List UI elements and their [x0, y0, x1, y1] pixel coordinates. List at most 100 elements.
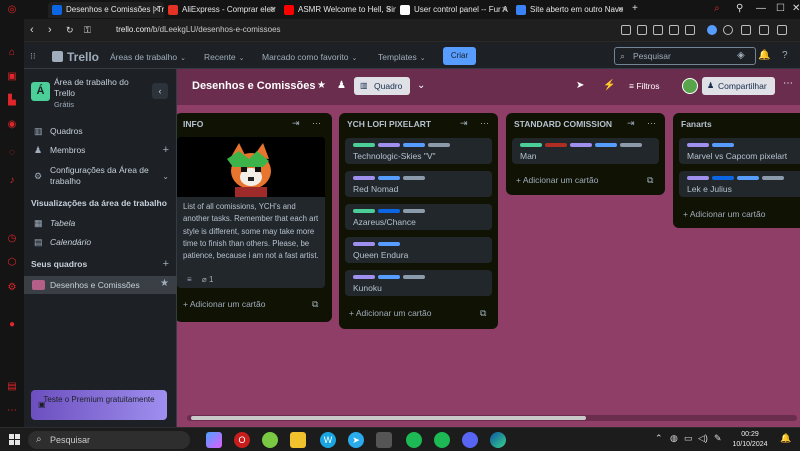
board-title[interactable]: Desenhos e Comissões [192, 80, 316, 92]
scrollbar-thumb[interactable] [191, 416, 586, 420]
workspace-name[interactable]: Área de trabalho do Trello [54, 77, 144, 99]
share-button[interactable]: ♟ Compartilhar [702, 77, 775, 95]
cast-icon[interactable] [653, 25, 663, 35]
list-menu-icon[interactable]: ⋯ [647, 118, 656, 129]
menu-templates[interactable]: Templates ⌄ [378, 52, 426, 62]
url-field[interactable]: trello.com/b/dLeekgLU/desenhos-e-comisso… [116, 25, 281, 34]
list-menu-icon[interactable]: ⋯ [480, 118, 489, 129]
close-window-icon[interactable]: ✕ [792, 3, 800, 14]
volume-icon[interactable]: ◁) [698, 433, 708, 444]
tab-aliexpress[interactable]: AliExpress - Comprar eletr ✕ [164, 2, 280, 18]
add-card-button[interactable]: + Adicionar um cartão [183, 299, 265, 309]
list-title[interactable]: Fanarts [681, 119, 712, 129]
automation-icon[interactable]: ⚡ [603, 80, 615, 91]
chevron-up-icon[interactable]: ⌃ [655, 433, 663, 444]
workspace-avatar[interactable]: Á [31, 82, 50, 101]
card-template-icon[interactable]: ⧉ [312, 299, 318, 310]
list-item[interactable]: Red Nomad [345, 171, 492, 197]
create-button[interactable]: Criar [443, 47, 476, 65]
list-item[interactable]: Queen Endura [345, 237, 492, 263]
close-tab-icon[interactable]: ✕ [153, 2, 160, 18]
list-item[interactable]: Marvel vs Capcom pixelart [679, 138, 800, 164]
visibility-icon[interactable]: ♟ [337, 80, 346, 91]
list-menu-icon[interactable]: ⋯ [312, 118, 321, 129]
tab-youtube[interactable]: ASMR Welcome to Hell, Sin ✕ [280, 2, 396, 18]
add-board-icon[interactable]: + [163, 255, 169, 273]
star-icon[interactable]: ★ [160, 278, 169, 289]
spotify-icon[interactable] [406, 432, 422, 448]
add-card-button[interactable]: + Adicionar um cartão [349, 308, 431, 318]
close-tab-icon[interactable]: ✕ [269, 2, 276, 18]
list-title[interactable]: STANDARD COMISSION [514, 119, 612, 129]
camera-icon[interactable] [637, 25, 647, 35]
profile-icon[interactable] [723, 25, 733, 35]
sidebar-item-calendar[interactable]: ▤ Calendário [24, 233, 177, 251]
filters-button[interactable]: ≡ Filtros [629, 81, 659, 91]
menu-recent[interactable]: Recente ⌄ [204, 52, 245, 62]
app-icon[interactable] [262, 432, 278, 448]
browser-logo-icon[interactable]: ◎ [6, 4, 18, 16]
collapse-list-icon[interactable]: ⇥ [292, 118, 300, 129]
sidebar-item-boards[interactable]: ▥ Quadros [24, 122, 177, 140]
member-avatar[interactable] [682, 78, 698, 94]
menu-workspaces[interactable]: Áreas de trabalho ⌄ [110, 52, 186, 62]
collapse-sidebar-button[interactable]: ‹ [152, 83, 168, 99]
tab-other-navigator[interactable]: Site aberto em outro Nave ✕ [512, 2, 628, 18]
sidebar-item-table[interactable]: ▦ Tabela [24, 214, 177, 232]
discord-icon[interactable] [462, 432, 478, 448]
more-icon[interactable]: ⋯ [6, 405, 18, 417]
list-item[interactable]: Azareus/Chance [345, 204, 492, 230]
search-input[interactable]: ⌕ Pesquisar [614, 47, 756, 65]
minimize-icon[interactable]: — [756, 3, 766, 14]
edge-icon[interactable] [490, 432, 506, 448]
collapse-list-icon[interactable]: ⇥ [460, 118, 468, 129]
extensions-puzzle-icon[interactable] [741, 25, 751, 35]
chevron-down-icon[interactable]: ⌄ [417, 80, 425, 91]
reload-icon[interactable]: ↻ [66, 25, 74, 36]
card-template-icon[interactable]: ⧉ [480, 308, 486, 319]
taskbar-clock[interactable]: 00:29 10/10/2024 [728, 430, 772, 450]
app-switcher-icon[interactable]: ⁝⁝ [30, 51, 36, 62]
discord-icon[interactable]: ◉ [6, 119, 18, 131]
opera-gx-icon[interactable]: O [234, 432, 250, 448]
sidebar-item-current-board[interactable]: Desenhos e Comissões ★ [24, 276, 177, 294]
premium-trial-button[interactable]: ▣ Teste o Premium gratuitamente [31, 390, 167, 420]
trello-logo[interactable]: Trello [52, 50, 99, 64]
spotify-icon[interactable] [434, 432, 450, 448]
close-tab-icon[interactable]: ✕ [385, 2, 392, 18]
pen-icon[interactable]: ✎ [714, 433, 722, 444]
menu-starred[interactable]: Marcado como favorito ⌄ [262, 52, 357, 62]
list-item[interactable]: Kunoku [345, 270, 492, 296]
history-icon[interactable]: ◷ [6, 233, 18, 245]
messenger-icon[interactable]: ◌ [6, 147, 18, 159]
bookmark-icon[interactable] [685, 25, 695, 35]
close-tab-icon[interactable]: ✕ [501, 2, 508, 18]
copilot-icon[interactable] [206, 432, 222, 448]
list-title[interactable]: YCH LOFI PIXELART [347, 119, 431, 129]
atlassian-icon[interactable]: ◈ [737, 50, 745, 61]
easy-setup-icon[interactable] [777, 25, 787, 35]
board-menu-icon[interactable]: ⋯ [783, 78, 793, 89]
view-switcher-button[interactable]: ▥ Quadro [354, 77, 410, 95]
list-item[interactable]: Lek e Julius [679, 171, 800, 197]
extensions-icon[interactable]: ⬡ [6, 257, 18, 269]
taskbar-search[interactable]: ⌕ Pesquisar [28, 431, 190, 449]
site-info-icon[interactable]: ⚿ [84, 25, 91, 36]
list-item[interactable]: Man [512, 138, 659, 164]
sidebar-item-settings[interactable]: ⚙ Configurações da Área de trabalho ⌄ [24, 165, 177, 189]
vpn-icon[interactable] [707, 25, 717, 35]
sidebar-panel-icon[interactable]: ▤ [6, 381, 18, 393]
network-icon[interactable]: ▭ [684, 433, 693, 444]
forward-icon[interactable]: › [48, 24, 52, 36]
search-tabs-icon[interactable]: ⌕ [714, 3, 720, 14]
help-icon[interactable]: ? [782, 50, 788, 61]
app-icon[interactable] [376, 432, 392, 448]
sidebar-item-members[interactable]: ♟ Membros + [24, 141, 177, 159]
card-template-icon[interactable]: ⧉ [647, 175, 653, 186]
add-member-icon[interactable]: + [163, 141, 169, 159]
twitch-icon[interactable]: ▙ [6, 95, 18, 107]
back-icon[interactable]: ‹ [30, 24, 34, 36]
add-card-button[interactable]: + Adicionar um cartão [516, 175, 598, 185]
pin-icon[interactable]: ⚲ [736, 3, 743, 14]
notifications-icon[interactable]: 🔔 [780, 433, 791, 444]
